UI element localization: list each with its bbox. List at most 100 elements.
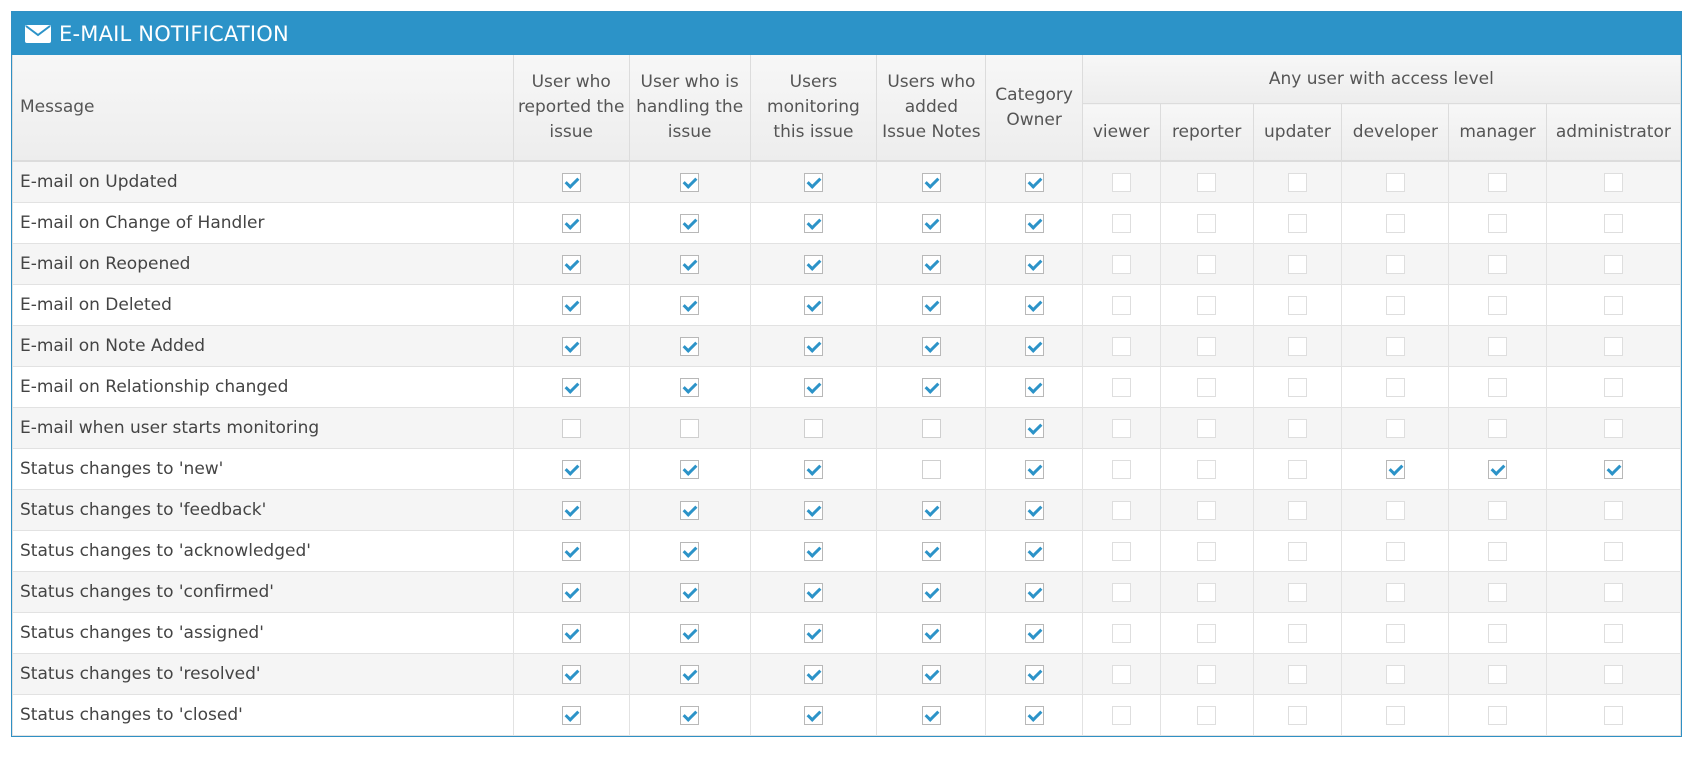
checkbox-handler[interactable] <box>680 500 700 520</box>
checkbox-developer[interactable] <box>1385 377 1405 397</box>
checkbox-handler[interactable] <box>680 336 700 356</box>
checkbox-updater[interactable] <box>1287 213 1307 233</box>
checkbox-notes[interactable] <box>921 295 941 315</box>
checkbox-developer[interactable] <box>1385 459 1405 479</box>
checkbox-monitor[interactable] <box>803 582 823 602</box>
checkbox-administrator[interactable] <box>1603 295 1623 315</box>
checkbox-reporter[interactable] <box>561 582 581 602</box>
checkbox-updater[interactable] <box>1287 623 1307 643</box>
checkbox-manager[interactable] <box>1488 377 1508 397</box>
checkbox-viewer[interactable] <box>1111 582 1131 602</box>
checkbox-manager[interactable] <box>1488 582 1508 602</box>
checkbox-updater[interactable] <box>1287 582 1307 602</box>
checkbox-monitor[interactable] <box>803 664 823 684</box>
checkbox-notes[interactable] <box>921 459 941 479</box>
checkbox-handler[interactable] <box>680 295 700 315</box>
checkbox-notes[interactable] <box>921 541 941 561</box>
checkbox-reporter-level[interactable] <box>1197 623 1217 643</box>
checkbox-updater[interactable] <box>1287 418 1307 438</box>
checkbox-notes[interactable] <box>921 254 941 274</box>
checkbox-updater[interactable] <box>1287 459 1307 479</box>
checkbox-manager[interactable] <box>1488 213 1508 233</box>
checkbox-reporter-level[interactable] <box>1197 705 1217 725</box>
checkbox-monitor[interactable] <box>803 295 823 315</box>
checkbox-administrator[interactable] <box>1603 418 1623 438</box>
checkbox-manager[interactable] <box>1488 418 1508 438</box>
checkbox-monitor[interactable] <box>803 172 823 192</box>
checkbox-notes[interactable] <box>921 336 941 356</box>
checkbox-category-owner[interactable] <box>1024 664 1044 684</box>
checkbox-reporter[interactable] <box>561 664 581 684</box>
checkbox-administrator[interactable] <box>1603 213 1623 233</box>
checkbox-manager[interactable] <box>1488 172 1508 192</box>
checkbox-updater[interactable] <box>1287 295 1307 315</box>
checkbox-updater[interactable] <box>1287 500 1307 520</box>
checkbox-reporter[interactable] <box>561 213 581 233</box>
checkbox-viewer[interactable] <box>1111 541 1131 561</box>
checkbox-monitor[interactable] <box>803 254 823 274</box>
checkbox-developer[interactable] <box>1385 623 1405 643</box>
checkbox-viewer[interactable] <box>1111 336 1131 356</box>
checkbox-reporter[interactable] <box>561 541 581 561</box>
checkbox-notes[interactable] <box>921 582 941 602</box>
checkbox-viewer[interactable] <box>1111 295 1131 315</box>
checkbox-monitor[interactable] <box>803 459 823 479</box>
checkbox-notes[interactable] <box>921 377 941 397</box>
checkbox-updater[interactable] <box>1287 254 1307 274</box>
checkbox-developer[interactable] <box>1385 213 1405 233</box>
checkbox-manager[interactable] <box>1488 254 1508 274</box>
checkbox-notes[interactable] <box>921 418 941 438</box>
checkbox-reporter-level[interactable] <box>1197 500 1217 520</box>
checkbox-monitor[interactable] <box>803 213 823 233</box>
checkbox-developer[interactable] <box>1385 336 1405 356</box>
checkbox-monitor[interactable] <box>803 623 823 643</box>
checkbox-developer[interactable] <box>1385 418 1405 438</box>
checkbox-category-owner[interactable] <box>1024 172 1044 192</box>
checkbox-category-owner[interactable] <box>1024 336 1044 356</box>
checkbox-reporter-level[interactable] <box>1197 664 1217 684</box>
checkbox-reporter-level[interactable] <box>1197 459 1217 479</box>
checkbox-handler[interactable] <box>680 213 700 233</box>
checkbox-reporter-level[interactable] <box>1197 254 1217 274</box>
checkbox-viewer[interactable] <box>1111 418 1131 438</box>
checkbox-handler[interactable] <box>680 541 700 561</box>
checkbox-reporter-level[interactable] <box>1197 295 1217 315</box>
checkbox-administrator[interactable] <box>1603 377 1623 397</box>
checkbox-developer[interactable] <box>1385 705 1405 725</box>
checkbox-developer[interactable] <box>1385 664 1405 684</box>
checkbox-administrator[interactable] <box>1603 336 1623 356</box>
checkbox-viewer[interactable] <box>1111 377 1131 397</box>
checkbox-manager[interactable] <box>1488 541 1508 561</box>
checkbox-reporter[interactable] <box>561 336 581 356</box>
checkbox-reporter-level[interactable] <box>1197 377 1217 397</box>
checkbox-reporter[interactable] <box>561 418 581 438</box>
checkbox-handler[interactable] <box>680 172 700 192</box>
checkbox-reporter[interactable] <box>561 459 581 479</box>
checkbox-reporter-level[interactable] <box>1197 172 1217 192</box>
checkbox-developer[interactable] <box>1385 500 1405 520</box>
checkbox-updater[interactable] <box>1287 377 1307 397</box>
checkbox-administrator[interactable] <box>1603 172 1623 192</box>
checkbox-administrator[interactable] <box>1603 705 1623 725</box>
checkbox-monitor[interactable] <box>803 500 823 520</box>
checkbox-handler[interactable] <box>680 705 700 725</box>
checkbox-viewer[interactable] <box>1111 623 1131 643</box>
checkbox-viewer[interactable] <box>1111 254 1131 274</box>
checkbox-reporter-level[interactable] <box>1197 213 1217 233</box>
checkbox-manager[interactable] <box>1488 336 1508 356</box>
checkbox-category-owner[interactable] <box>1024 213 1044 233</box>
checkbox-updater[interactable] <box>1287 705 1307 725</box>
checkbox-handler[interactable] <box>680 664 700 684</box>
checkbox-reporter[interactable] <box>561 377 581 397</box>
checkbox-reporter[interactable] <box>561 705 581 725</box>
checkbox-administrator[interactable] <box>1603 500 1623 520</box>
checkbox-category-owner[interactable] <box>1024 500 1044 520</box>
checkbox-manager[interactable] <box>1488 623 1508 643</box>
checkbox-reporter[interactable] <box>561 623 581 643</box>
checkbox-developer[interactable] <box>1385 582 1405 602</box>
checkbox-reporter[interactable] <box>561 172 581 192</box>
checkbox-handler[interactable] <box>680 623 700 643</box>
checkbox-reporter-level[interactable] <box>1197 418 1217 438</box>
checkbox-manager[interactable] <box>1488 705 1508 725</box>
checkbox-monitor[interactable] <box>803 418 823 438</box>
